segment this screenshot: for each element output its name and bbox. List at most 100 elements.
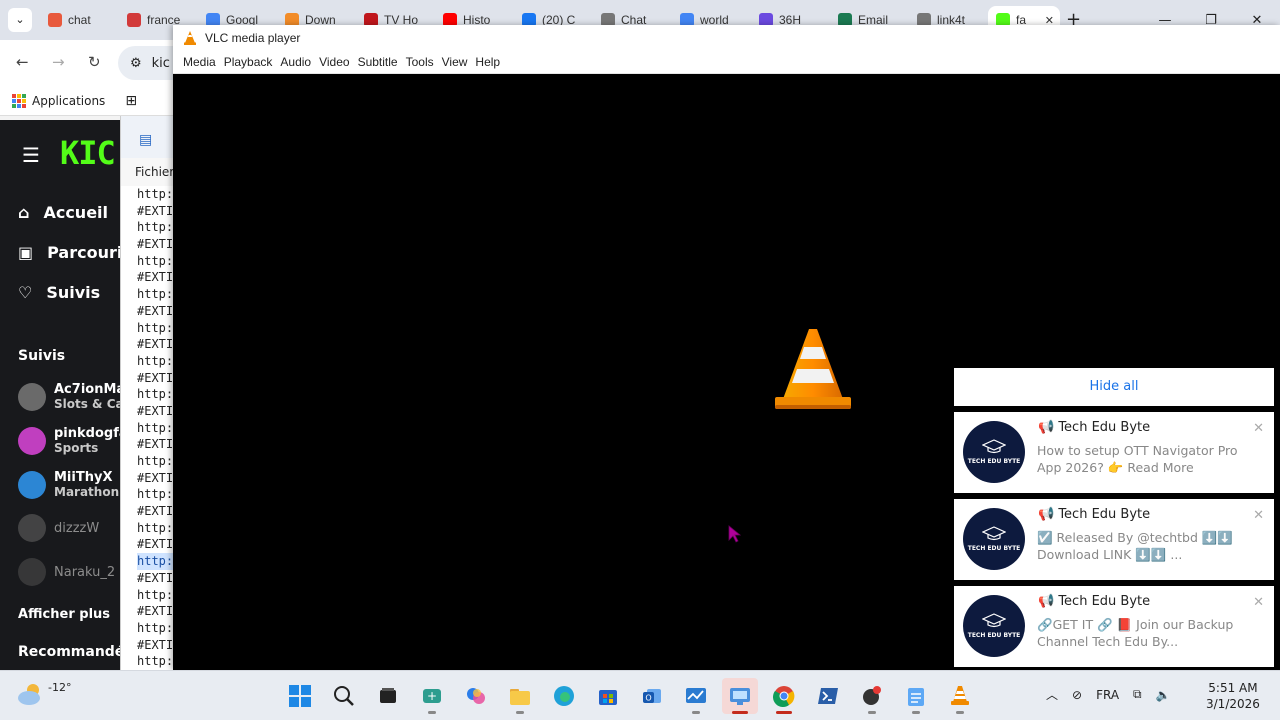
taskbar-davinci[interactable] [854, 678, 890, 714]
kick-nav-label: Accueil [43, 203, 109, 222]
close-notification-icon[interactable]: ✕ [1253, 595, 1264, 610]
running-indicator [516, 711, 524, 714]
task-view-icon [380, 688, 396, 703]
notification-body: 🔗GET IT 🔗 📕 Join our Backup Channel Tech… [1037, 617, 1234, 649]
notepad-text-area[interactable]: http: #EXTI http: #EXTI http: #EXTI http: #EXTI… [121, 186, 180, 670]
start-button[interactable] [282, 678, 318, 714]
volume-icon[interactable]: 🔈 [1156, 688, 1171, 702]
weather-cloud-icon [18, 684, 40, 705]
bookmark-applications-label: Applications [32, 94, 106, 108]
channel-category: Slots & Casino [54, 397, 130, 411]
notepad-line-text: #EXTI [137, 403, 174, 418]
taskbar-chrome[interactable] [766, 678, 802, 714]
taskbar-file-explorer[interactable] [502, 678, 538, 714]
tab-search-dropdown[interactable]: ⌄ [8, 8, 32, 32]
notepad-window[interactable]: ▤ Fichier http: #EXTI http: #EXTI http: #EXTI… [120, 116, 180, 672]
notification-card[interactable]: TECH EDU BYTE 📢 Tech Edu Byte 🔗GET IT 🔗 📕 … [954, 586, 1274, 667]
clock[interactable]: 5:51 AM 3/1/2026 [1206, 680, 1260, 712]
temperature: -12° [48, 681, 72, 694]
remote-desktop-icon [730, 688, 750, 705]
kick-nav-item[interactable]: ♡ Suivis [18, 283, 100, 302]
running-indicator [428, 711, 436, 714]
vlc-menu-item[interactable]: Subtitle [354, 55, 402, 69]
vlc-menu-item[interactable]: Audio [276, 55, 315, 69]
vlc-menu-item[interactable]: Playback [220, 55, 277, 69]
taskbar-copilot[interactable] [458, 678, 494, 714]
chevron-down-icon: ⌄ [15, 13, 25, 26]
network-icon[interactable]: ⧉ [1133, 687, 1142, 702]
network-offline-icon[interactable]: ⊘ [1072, 688, 1082, 702]
kick-nav-item[interactable]: ⌂ Accueil [18, 203, 108, 222]
weather-widget[interactable]: -12° [16, 681, 71, 707]
kick-nav-item[interactable]: ▣ Parcourir [18, 243, 130, 262]
taskbar-monitor-app[interactable] [678, 678, 714, 714]
browser-tab[interactable]: chat [40, 6, 119, 34]
notepad-line-text: #EXTI [137, 470, 174, 485]
search-icon [334, 686, 354, 706]
reload-icon[interactable]: ↻ [88, 53, 101, 71]
tech-edu-byte-logo: TECH EDU BYTE [963, 508, 1025, 570]
avatar [18, 382, 46, 411]
home-icon: ⌂ [18, 203, 30, 222]
notepad-line-text: #EXTI [137, 437, 174, 452]
kick-sidebar: ☰ KIC ⌂ Accueil ▣ Parcourir ♡ Suivis Suivis A… [0, 120, 130, 670]
windows-taskbar: -12° + O ︿ ⊘ FRA ⧉ 🔈 5:51 AM 3/1/2026 [0, 670, 1280, 720]
taskbar-widgets-app[interactable]: + [414, 678, 450, 714]
taskbar-edge[interactable] [546, 678, 582, 714]
notepad-line-text: http: [137, 353, 174, 368]
notepad-titlebar: ▤ [121, 116, 180, 158]
notification-title: 📢 Tech Edu Byte [1038, 594, 1151, 609]
graduation-cap-icon [982, 526, 1006, 541]
taskbar-task-view[interactable] [370, 678, 406, 714]
avatar [18, 514, 46, 542]
channel-name: Naraku_2 [54, 564, 116, 580]
close-notification-icon[interactable]: ✕ [1253, 421, 1264, 436]
notification-title: 📢 Tech Edu Byte [1038, 507, 1151, 522]
avatar [18, 426, 46, 455]
channel-name: pinkdogfa [54, 426, 128, 441]
taskbar-powershell[interactable] [810, 678, 846, 714]
notepad-line-text: http: [137, 620, 174, 635]
taskbar-remote-app[interactable] [722, 678, 758, 714]
heart-icon: ♡ [18, 283, 33, 302]
following-channel[interactable]: Ac7ionManSlots & Casino [18, 382, 130, 411]
notepad-line-text: #EXTI [137, 604, 174, 619]
notepad-line-text: #EXTI [137, 370, 174, 385]
terminal-icon [818, 688, 838, 704]
vlc-menu-item[interactable]: Media [179, 55, 220, 69]
back-arrow-icon[interactable]: ← [16, 53, 29, 71]
chevron-up-icon[interactable]: ︿ [1046, 686, 1058, 703]
notepad-line-text: http: [137, 387, 174, 402]
notification-card[interactable]: TECH EDU BYTE 📢 Tech Edu Byte How to setup… [954, 412, 1274, 493]
notification-panel: Hide all TECH EDU BYTE 📢 Tech Edu Byte How… [954, 368, 1274, 673]
vlc-menu-item[interactable]: Video [315, 55, 353, 69]
taskbar-store[interactable] [590, 678, 626, 714]
following-channel[interactable]: dizzzW [18, 514, 99, 542]
copilot-icon [467, 688, 485, 704]
kick-logo[interactable]: KIC [60, 134, 116, 172]
tab-groups-icon[interactable]: ⊞ [125, 93, 137, 109]
forward-arrow-icon[interactable]: → [52, 53, 65, 71]
bookmark-applications[interactable]: Applications ⊞ [12, 93, 137, 109]
taskbar-search[interactable] [326, 678, 362, 714]
notepad-line-text: http: [137, 487, 174, 502]
site-info-icon[interactable]: ⚙ [130, 56, 142, 71]
vlc-menu-item[interactable]: Help [471, 55, 504, 69]
language-indicator[interactable]: FRA [1096, 688, 1119, 702]
taskbar-outlook[interactable]: O [634, 678, 670, 714]
taskbar-vlc[interactable] [942, 678, 978, 714]
hamburger-menu-icon[interactable]: ☰ [22, 143, 40, 167]
taskbar-notepad[interactable] [898, 678, 934, 714]
notepad-menu-file[interactable]: Fichier [121, 158, 180, 186]
following-channel[interactable]: MiiThyX Marathon [18, 470, 119, 499]
following-channel[interactable]: Naraku_2 [18, 558, 115, 586]
notification-card[interactable]: TECH EDU BYTE 📢 Tech Edu Byte ☑️ Released … [954, 499, 1274, 580]
vlc-logo-cone [775, 329, 851, 409]
vlc-menu-item[interactable]: Tools [402, 55, 438, 69]
close-notification-icon[interactable]: ✕ [1253, 508, 1264, 523]
notepad-line-text: http: [137, 420, 174, 435]
show-more-link[interactable]: Afficher plus [18, 607, 110, 622]
vlc-menu-item[interactable]: View [438, 55, 472, 69]
following-channel[interactable]: pinkdogfa Sports [18, 426, 128, 455]
hide-all-button[interactable]: Hide all [954, 368, 1274, 406]
